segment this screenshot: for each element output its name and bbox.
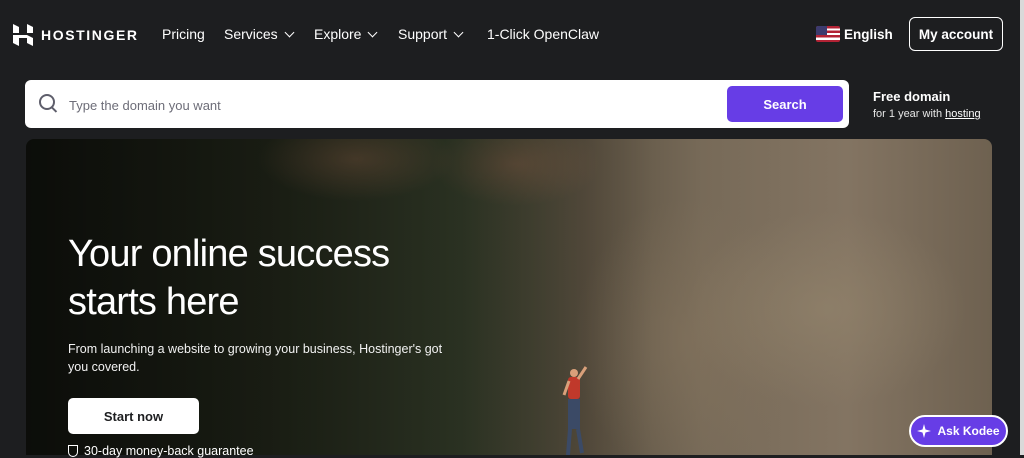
money-back-guarantee: 30-day money-back guarantee [68,444,254,458]
nav-pricing[interactable]: Pricing [162,26,205,42]
chevron-down-icon [453,27,464,37]
free-domain-promo: Free domain for 1 year with hosting [873,89,981,120]
nav-openclaw-label: 1-Click OpenClaw [487,26,600,42]
nav-services[interactable]: Services [224,26,295,42]
shield-check-icon [68,445,78,457]
hero-content: Your online success starts here From lau… [68,230,458,376]
climber-image [562,366,588,455]
page-scrollbar[interactable] [1020,0,1024,455]
guarantee-label: 30-day money-back guarantee [84,444,254,458]
language-label: English [844,26,893,42]
logo-text: HOSTINGER [41,27,139,43]
search-button[interactable]: Search [727,86,843,122]
promo-prefix: for 1 year with [873,108,946,120]
promo-title: Free domain [873,89,951,104]
top-navigation: HOSTINGER Pricing Services Explore Suppo… [0,0,1020,70]
nav-support-label: Support [398,26,448,42]
hostinger-logo[interactable]: HOSTINGER [13,24,139,46]
nav-explore[interactable]: Explore [314,26,378,42]
hero-title: Your online success starts here [68,233,390,323]
hero-subtitle: From launching a website to growing your… [68,342,443,374]
start-now-button[interactable]: Start now [68,398,199,434]
nav-services-label: Services [224,26,278,42]
nav-support[interactable]: Support [398,26,464,42]
hosting-link[interactable]: hosting [945,108,980,120]
search-icon [39,94,55,110]
promo-subtitle: for 1 year with hosting [873,108,981,120]
us-flag-icon [816,26,840,42]
nav-explore-label: Explore [314,26,362,42]
chevron-down-icon [284,27,295,37]
language-selector[interactable]: English [816,26,893,42]
ask-kodee-label: Ask Kodee [937,424,1000,438]
my-account-button[interactable]: My account [909,17,1003,51]
domain-search-input[interactable] [67,92,731,118]
ask-kodee-button[interactable]: Ask Kodee [909,415,1008,447]
chevron-down-icon [368,27,378,37]
nav-pricing-label: Pricing [162,26,205,42]
hostinger-logo-icon [13,24,33,46]
sparkle-icon [917,424,932,438]
nav-openclaw[interactable]: 1-Click OpenClaw [487,26,599,42]
domain-search-bar: Search [25,80,849,128]
